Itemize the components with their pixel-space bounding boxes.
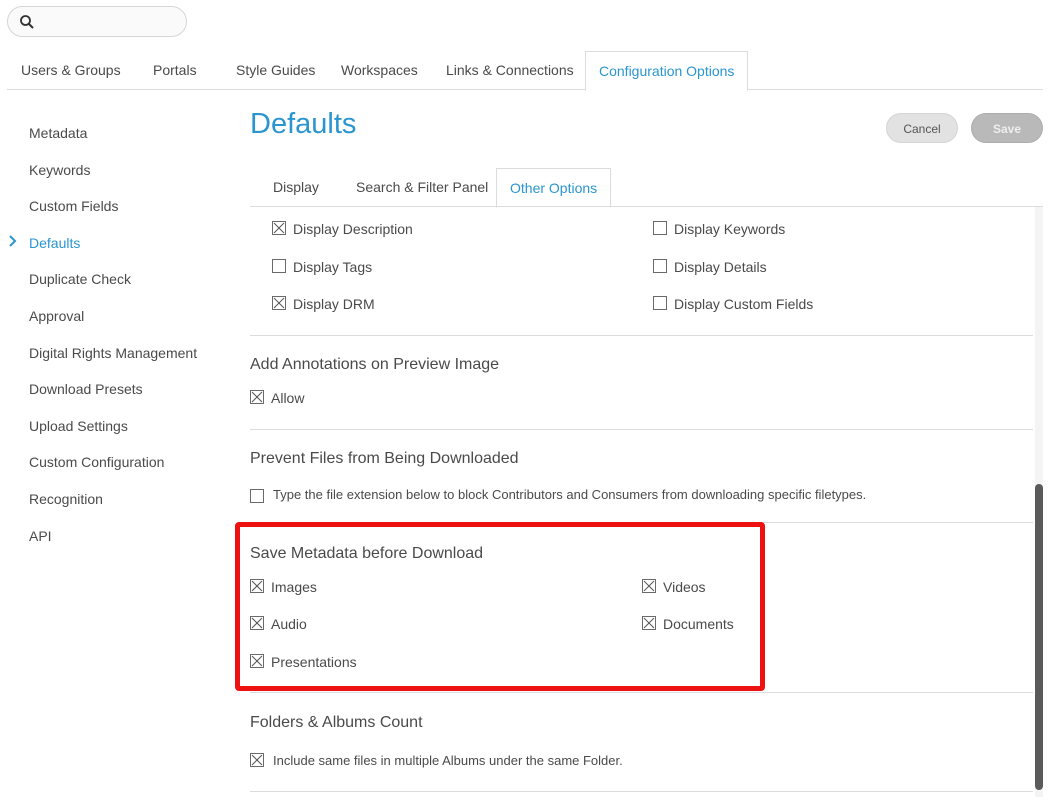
annotations-section-title: Add Annotations on Preview Image: [250, 356, 500, 373]
display-custom-fields-label: Display Custom Fields: [674, 296, 814, 312]
checkbox-prevent-download[interactable]: [250, 489, 264, 503]
prevent-download-label: Type the file extension below to block C…: [273, 487, 867, 502]
sidebar-item-custom-configuration[interactable]: Custom Configuration: [29, 452, 164, 472]
checkbox-display-custom-fields[interactable]: [653, 296, 667, 310]
highlight-box: [235, 522, 765, 691]
checkbox-display-tags[interactable]: [272, 259, 286, 273]
search-input[interactable]: [7, 6, 187, 37]
prevent-download-section-title: Prevent Files from Being Downloaded: [250, 450, 519, 467]
sidebar-item-download-presets[interactable]: Download Presets: [29, 379, 143, 399]
checkbox-display-keywords[interactable]: [653, 221, 667, 235]
scrollbar-thumb[interactable]: [1035, 484, 1043, 790]
tab-other-options[interactable]: Other Options: [496, 168, 612, 208]
sidebar-item-approval[interactable]: Approval: [29, 306, 84, 326]
tab-display[interactable]: Display: [273, 168, 319, 207]
divider: [250, 692, 1033, 693]
divider: [250, 791, 1033, 792]
sidebar-item-duplicate-check[interactable]: Duplicate Check: [29, 269, 131, 289]
check-x-icon: [273, 222, 285, 234]
checkbox-display-description[interactable]: [272, 221, 286, 235]
page-title: Defaults: [250, 108, 357, 140]
sidebar-item-digital-rights-management[interactable]: Digital Rights Management: [29, 343, 197, 363]
chevron-right-icon: [8, 234, 18, 248]
checkbox-display-drm[interactable]: [272, 296, 286, 310]
check-x-icon: [251, 754, 263, 766]
sidebar-item-metadata[interactable]: Metadata: [29, 123, 87, 143]
cancel-button[interactable]: Cancel: [886, 113, 958, 143]
checkbox-allow-annotations[interactable]: [250, 390, 264, 404]
save-button[interactable]: Save: [971, 113, 1043, 143]
display-keywords-label: Display Keywords: [674, 221, 786, 237]
checkbox-include-same-files[interactable]: [250, 753, 264, 767]
sidebar-item-defaults[interactable]: Defaults: [29, 233, 80, 253]
tab-users-groups[interactable]: Users & Groups: [21, 51, 121, 90]
display-tags-label: Display Tags: [293, 259, 373, 275]
divider: [250, 429, 1033, 430]
sidebar-item-recognition[interactable]: Recognition: [29, 489, 103, 509]
tab-search-filter-panel[interactable]: Search & Filter Panel: [356, 168, 488, 207]
folders-albums-section-title: Folders & Albums Count: [250, 714, 423, 731]
checkbox-display-details[interactable]: [653, 259, 667, 273]
top-tab-bar: Users & Groups Portals Style Guides Work…: [7, 51, 1043, 91]
tab-portals[interactable]: Portals: [153, 51, 197, 90]
sidebar-item-custom-fields[interactable]: Custom Fields: [29, 196, 118, 216]
search-icon: [19, 14, 35, 30]
sidebar-item-keywords[interactable]: Keywords: [29, 160, 90, 180]
display-drm-label: Display DRM: [293, 296, 375, 312]
check-x-icon: [273, 297, 285, 309]
tab-style-guides[interactable]: Style Guides: [236, 51, 315, 90]
include-same-files-label: Include same files in multiple Albums un…: [273, 753, 623, 768]
tab-configuration-options[interactable]: Configuration Options: [585, 51, 749, 91]
sub-tab-bar: Display Search & Filter Panel Other Opti…: [250, 168, 1043, 208]
sidebar-item-upload-settings[interactable]: Upload Settings: [29, 416, 128, 436]
sidebar-item-api[interactable]: API: [29, 526, 52, 546]
display-details-label: Display Details: [674, 259, 767, 275]
tab-links-connections[interactable]: Links & Connections: [446, 51, 574, 90]
divider: [250, 335, 1033, 336]
tab-workspaces[interactable]: Workspaces: [341, 51, 418, 90]
allow-annotations-label: Allow: [271, 390, 305, 406]
check-x-icon: [251, 391, 263, 403]
display-description-label: Display Description: [293, 221, 413, 237]
